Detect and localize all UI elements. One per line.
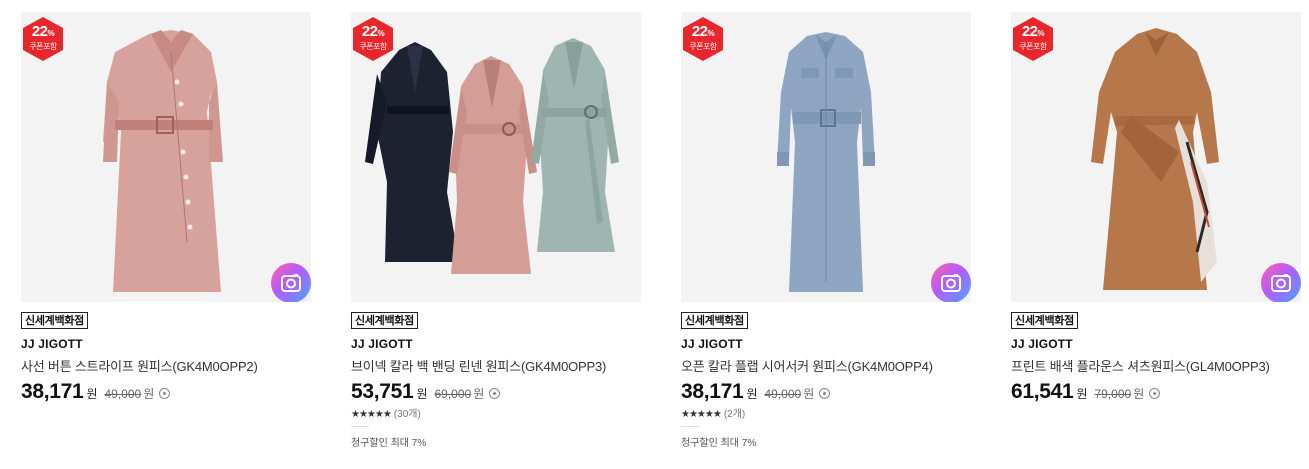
price-row: 38,171 원 49,000 원	[681, 380, 831, 404]
store-tag: 신세계백화점	[1011, 312, 1078, 329]
sale-price: 38,171	[681, 380, 744, 403]
product-image[interactable]: 22% 쿠폰포함	[1011, 12, 1301, 302]
rating-stars: ★★★★★	[351, 409, 392, 420]
original-currency: 원	[803, 387, 815, 401]
rating[interactable]: ★★★★★ (30개)	[351, 405, 421, 420]
original-price: 49,000	[104, 387, 142, 401]
sale-price: 38,171	[21, 380, 84, 403]
price-info-icon[interactable]	[159, 388, 171, 399]
badge-sub-text: 쿠폰포함	[359, 42, 387, 51]
badge-percent: 22	[31, 23, 48, 40]
product-name[interactable]: 오픈 칼라 플랩 시어서커 원피스(GK4M0OPP4)	[681, 356, 933, 375]
store-tag: 신세계백화점	[681, 312, 748, 329]
badge-sub-text: 쿠폰포함	[29, 42, 57, 51]
camera-button[interactable]	[1261, 263, 1301, 302]
product-card[interactable]: 22% 쿠폰포함 신세계백화점 JJ JIGOTT 브이넥 칼라 백 밴딩 린넨…	[351, 12, 641, 449]
product-card[interactable]: 22% 쿠폰포함 신세계백화점 JJ JIGOTT 프린트 배색 플라운스 셔츠…	[1011, 12, 1301, 403]
divider	[351, 426, 369, 427]
brand-name[interactable]: JJ JIGOTT	[21, 337, 83, 351]
coupon-badge: 22% 쿠폰포함	[21, 16, 66, 62]
camera-icon	[281, 274, 301, 292]
currency: 원	[86, 387, 98, 401]
badge-percent-sign: %	[707, 29, 715, 38]
divider	[681, 426, 699, 427]
price-info-icon[interactable]	[1149, 388, 1161, 399]
product-image[interactable]: 22% 쿠폰포함	[681, 12, 971, 302]
product-name[interactable]: 프린트 배색 플라운스 셔츠원피스(GL4M0OPP3)	[1011, 356, 1270, 375]
rating-count: (30개)	[393, 409, 421, 420]
coupon-badge: 22% 쿠폰포함	[351, 16, 396, 62]
camera-button[interactable]	[931, 263, 971, 302]
currency: 원	[746, 387, 758, 401]
badge-percent: 22	[1021, 23, 1038, 40]
currency: 원	[416, 387, 428, 401]
product-name[interactable]: 브이넥 칼라 백 밴딩 린넨 원피스(GK4M0OPP3)	[351, 356, 606, 375]
badge-sub-text: 쿠폰포함	[689, 42, 717, 51]
original-currency: 원	[473, 387, 485, 401]
camera-icon	[1271, 274, 1291, 292]
store-tag: 신세계백화점	[351, 312, 418, 329]
rating-count: (2개)	[723, 409, 746, 420]
coupon-badge: 22% 쿠폰포함	[681, 16, 726, 62]
product-card[interactable]: 22% 쿠폰포함 신세계백화점 JJ JIGOTT 오픈 칼라 플랩 시어서커 …	[681, 12, 971, 449]
badge-percent-sign: %	[1037, 29, 1045, 38]
badge-sub-text: 쿠폰포함	[1019, 42, 1047, 51]
sale-price: 61,541	[1011, 380, 1074, 403]
original-price: 79,000	[1094, 387, 1132, 401]
sale-price: 53,751	[351, 380, 414, 403]
price-row: 38,171 원 49,000 원	[21, 380, 171, 404]
rating[interactable]: ★★★★★ (2개)	[681, 405, 745, 420]
original-price: 49,000	[764, 387, 802, 401]
badge-percent-sign: %	[377, 29, 385, 38]
store-tag: 신세계백화점	[21, 312, 88, 329]
coupon-badge: 22% 쿠폰포함	[1011, 16, 1056, 62]
price-row: 61,541 원 79,000 원	[1011, 380, 1161, 404]
badge-percent: 22	[361, 23, 378, 40]
product-name[interactable]: 사선 버튼 스트라이프 원피스(GK4M0OPP2)	[21, 356, 258, 375]
card-discount-text: 청구할인 최대 7%	[681, 438, 757, 449]
product-card[interactable]: 22% 쿠폰포함 신세계백화점 JJ JIGOTT 사선 버튼 스트라이프 원피…	[21, 12, 311, 403]
original-price: 69,000	[434, 387, 472, 401]
camera-icon	[941, 274, 961, 292]
rating-stars: ★★★★★	[681, 409, 722, 420]
price-info-icon[interactable]	[819, 388, 831, 399]
badge-percent-sign: %	[47, 29, 55, 38]
product-image[interactable]: 22% 쿠폰포함	[351, 12, 641, 302]
price-info-icon[interactable]	[489, 388, 501, 399]
original-currency: 원	[1133, 387, 1145, 401]
currency: 원	[1076, 387, 1088, 401]
brand-name[interactable]: JJ JIGOTT	[351, 337, 413, 351]
original-currency: 원	[143, 387, 155, 401]
brand-name[interactable]: JJ JIGOTT	[681, 337, 743, 351]
badge-percent: 22	[691, 23, 708, 40]
product-image[interactable]: 22% 쿠폰포함	[21, 12, 311, 302]
camera-button[interactable]	[271, 263, 311, 302]
card-discount-text: 청구할인 최대 7%	[351, 438, 427, 449]
price-row: 53,751 원 69,000 원	[351, 380, 501, 404]
brand-name[interactable]: JJ JIGOTT	[1011, 337, 1073, 351]
